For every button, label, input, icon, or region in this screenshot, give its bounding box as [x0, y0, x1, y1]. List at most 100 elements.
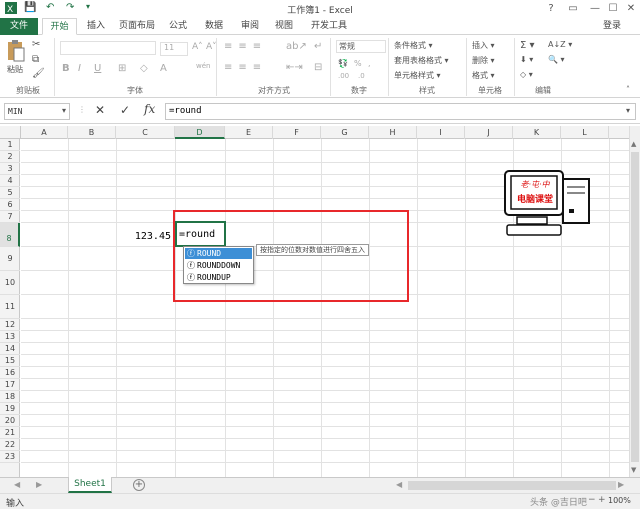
row-header[interactable]: 4 — [0, 175, 20, 187]
phonetic-button[interactable]: wén — [196, 62, 210, 70]
insert-function-button[interactable]: fx — [144, 102, 155, 116]
close-button[interactable]: ✕ — [620, 1, 640, 16]
sign-in-link[interactable]: 登录 — [598, 18, 626, 35]
row-header[interactable]: 17 — [0, 379, 20, 391]
merge-icon[interactable]: ⊟ — [314, 62, 322, 73]
autocomplete-item[interactable]: ⓕ ROUNDDOWN — [185, 260, 252, 271]
zoom-in-button[interactable]: + — [598, 495, 606, 505]
row-header[interactable]: 10 — [0, 271, 20, 295]
decrease-decimal-button[interactable]: .0 — [358, 72, 365, 80]
scroll-thumb[interactable] — [631, 152, 639, 462]
h-scroll-left-icon[interactable]: ◀ — [396, 480, 402, 489]
tab-data[interactable]: 数据 — [202, 18, 226, 35]
row-header[interactable]: 13 — [0, 331, 20, 343]
tab-home[interactable]: 开始 — [42, 18, 77, 35]
fill-color-icon[interactable]: ◇ — [140, 63, 148, 74]
prev-sheet-icon[interactable]: ◀ — [14, 480, 20, 489]
cut-icon[interactable]: ✂ — [32, 39, 40, 50]
row-header-active[interactable]: 8 — [0, 223, 20, 247]
wrap-text-icon[interactable]: ↵ — [314, 41, 322, 52]
cell-styles-button[interactable]: 单元格样式 ▾ — [394, 70, 441, 81]
cell-c8[interactable]: 123.45 — [117, 223, 171, 246]
row-header[interactable]: 23 — [0, 451, 20, 463]
row-header[interactable]: 7 — [0, 211, 20, 223]
collapse-ribbon-icon[interactable]: ˄ — [626, 85, 630, 94]
formula-input[interactable]: =round — [165, 103, 636, 120]
row-header[interactable]: 21 — [0, 427, 20, 439]
italic-button[interactable]: I — [78, 63, 81, 74]
column-header[interactable]: L — [561, 126, 609, 139]
select-all-button[interactable] — [0, 126, 21, 139]
row-header[interactable]: 1 — [0, 139, 20, 151]
format-as-table-button[interactable]: 套用表格格式 ▾ — [394, 55, 449, 66]
tab-developer[interactable]: 开发工具 — [306, 18, 352, 35]
row-header[interactable]: 19 — [0, 403, 20, 415]
tab-formulas[interactable]: 公式 — [166, 18, 190, 35]
row-header[interactable]: 22 — [0, 439, 20, 451]
scroll-up-icon[interactable]: ▲ — [631, 140, 636, 148]
cancel-entry-button[interactable]: ✕ — [95, 103, 105, 117]
sheet-tab-sheet1[interactable]: Sheet1 — [68, 477, 112, 493]
row-header[interactable]: 14 — [0, 343, 20, 355]
paste-label[interactable]: 粘贴 — [7, 64, 23, 75]
confirm-entry-button[interactable]: ✓ — [120, 103, 130, 117]
orientation-icon[interactable]: ab↗ — [286, 41, 307, 52]
logo-image[interactable]: 老·屯·中 电脑课堂 — [503, 169, 593, 241]
font-name-select[interactable] — [60, 41, 156, 55]
column-header[interactable]: J — [465, 126, 513, 139]
row-header[interactable]: 11 — [0, 295, 20, 319]
column-header[interactable]: K — [513, 126, 561, 139]
row-header[interactable]: 18 — [0, 391, 20, 403]
copy-icon[interactable]: ⧉ — [32, 54, 39, 65]
vertical-scrollbar[interactable]: ▲ ▼ — [629, 126, 640, 477]
row-header[interactable]: 15 — [0, 355, 20, 367]
tab-view[interactable]: 视图 — [272, 18, 296, 35]
horizontal-scroll-thumb[interactable] — [408, 481, 616, 490]
horizontal-align-icons[interactable]: ≡≡≡ — [224, 62, 267, 73]
new-sheet-button[interactable]: + — [133, 479, 145, 491]
row-header[interactable]: 12 — [0, 319, 20, 331]
tab-review[interactable]: 审阅 — [238, 18, 262, 35]
row-header[interactable]: 2 — [0, 151, 20, 163]
format-cells-button[interactable]: 格式 ▾ — [472, 70, 495, 81]
next-sheet-icon[interactable]: ▶ — [36, 480, 42, 489]
name-box[interactable]: MIN — [4, 103, 70, 120]
expand-formula-bar-icon[interactable]: ▾ — [626, 106, 630, 115]
row-header[interactable]: 16 — [0, 367, 20, 379]
bold-button[interactable]: B — [62, 63, 70, 74]
column-header[interactable]: F — [273, 126, 321, 139]
conditional-format-button[interactable]: 条件格式 ▾ — [394, 40, 433, 51]
indent-icons[interactable]: ⇤⇥ — [286, 62, 303, 73]
sort-filter-button[interactable]: A↓Z ▾ — [548, 40, 572, 49]
currency-icon[interactable]: 💱 — [338, 59, 348, 68]
column-header[interactable]: A — [21, 126, 68, 139]
increase-decimal-button[interactable]: .00 — [338, 72, 349, 80]
ribbon-options-icon[interactable]: ▭ — [562, 1, 584, 16]
percent-button[interactable]: % — [354, 59, 362, 68]
find-select-button[interactable]: 🔍 ▾ — [548, 55, 565, 64]
h-scroll-right-icon[interactable]: ▶ — [618, 480, 624, 489]
clear-icon[interactable]: ◇ ▾ — [520, 70, 533, 79]
help-button[interactable]: ? — [540, 1, 562, 16]
number-format-select[interactable]: 常规 — [336, 40, 386, 53]
tab-file[interactable]: 文件 — [0, 18, 38, 35]
column-header[interactable]: H — [369, 126, 417, 139]
zoom-level[interactable]: 100% — [608, 496, 631, 505]
column-header[interactable]: C — [116, 126, 175, 139]
border-icon[interactable]: ⊞ — [118, 63, 126, 74]
row-header[interactable]: 3 — [0, 163, 20, 175]
autocomplete-item[interactable]: ⓕ ROUNDUP — [185, 272, 252, 283]
zoom-out-button[interactable]: − — [588, 495, 596, 505]
tab-insert[interactable]: 插入 — [84, 18, 108, 35]
comma-button[interactable]: , — [368, 59, 371, 68]
row-header[interactable]: 20 — [0, 415, 20, 427]
tab-page-layout[interactable]: 页面布局 — [114, 18, 160, 35]
underline-button[interactable]: U — [94, 63, 101, 74]
row-header[interactable]: 9 — [0, 247, 20, 271]
delete-cells-button[interactable]: 删除 ▾ — [472, 55, 495, 66]
column-header-active[interactable]: D — [175, 126, 225, 139]
format-painter-icon[interactable]: 🖌 — [32, 68, 45, 79]
font-color-icon[interactable]: A — [160, 63, 167, 74]
column-header[interactable]: G — [321, 126, 369, 139]
insert-cells-button[interactable]: 插入 ▾ — [472, 40, 495, 51]
